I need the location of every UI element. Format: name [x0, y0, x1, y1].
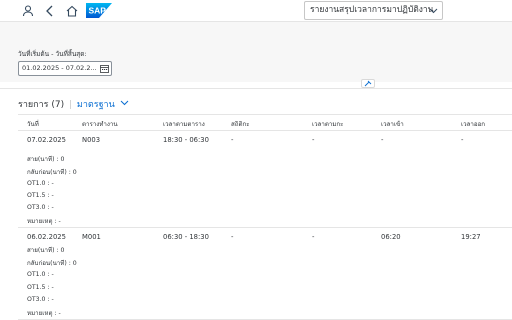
shell-bar: SAP รายงานสรุปเวลาการมาปฏิบัติงาน	[0, 0, 512, 22]
chevron-down-icon	[120, 100, 129, 109]
app-title-menu[interactable]: รายงานสรุปเวลาการมาปฏิบัติงาน	[304, 1, 443, 20]
cell-time-in: 06:20	[381, 233, 401, 241]
cell-schedule: N003	[82, 136, 101, 144]
sap-logo[interactable]: SAP	[86, 3, 112, 18]
ot-1-0: OT1.0 : -	[27, 180, 54, 187]
date-range-label: วันที่เริ่มต้น - วันที่สิ้นสุด:	[18, 50, 87, 58]
table-toolbar: รายการ (7) | มาตรฐาน	[18, 97, 129, 111]
sap-logo-text: SAP	[89, 6, 107, 16]
cell-time-out: -	[461, 136, 464, 144]
early-leave-minutes: กลับก่อน(นาที) : 0	[27, 169, 77, 176]
ot-3-0: OT3.0 : -	[27, 296, 54, 303]
variant-selector[interactable]: มาตรฐาน	[77, 100, 129, 110]
date-range-value: 01.02.2025 - 07.02.2...	[22, 64, 97, 72]
pin-header-button[interactable]	[361, 79, 375, 88]
date-range-input[interactable]: 01.02.2025 - 07.02.2...	[18, 61, 112, 76]
ot-3-0: OT3.0 : -	[27, 204, 54, 211]
table-row[interactable]: 06.02.2025 M001 06:30 - 18:30 - - 06:20 …	[18, 228, 512, 320]
home-icon[interactable]	[64, 3, 80, 19]
cell-time-in: -	[381, 136, 384, 144]
user-icon[interactable]	[20, 3, 36, 19]
cell-time-out: 19:27	[461, 233, 481, 241]
table-title: รายการ (7)	[18, 100, 65, 110]
col-shift-time[interactable]: เวลาตามกะ	[312, 119, 344, 129]
col-time-out[interactable]: เวลาออก	[461, 119, 485, 129]
col-shift-status[interactable]: สถิติกะ	[231, 119, 250, 129]
late-minutes: สาย(นาที) : 0	[27, 156, 65, 163]
cell-date: 07.02.2025	[27, 136, 66, 144]
col-schedule[interactable]: ตารางทำงาน	[82, 119, 118, 129]
app-title: รายงานสรุปเวลาการมาปฏิบัติงาน	[310, 5, 434, 15]
cell-shift-status: -	[231, 233, 234, 241]
column-header-row: วันที่ ตารางทำงาน เวลาตามตาราง สถิติกะ เ…	[18, 114, 512, 131]
back-icon[interactable]	[42, 3, 58, 19]
early-leave-minutes: กลับก่อน(นาที) : 0	[27, 260, 77, 267]
cell-schedule: M001	[82, 233, 101, 241]
ot-1-5: OT1.5 : -	[27, 284, 54, 291]
cell-date: 06.02.2025	[27, 233, 66, 241]
col-scheduled-time[interactable]: เวลาตามตาราง	[163, 119, 205, 129]
cell-shift-status: -	[231, 136, 234, 144]
late-minutes: สาย(นาที) : 0	[27, 247, 65, 254]
cell-scheduled-time: 06:30 - 18:30	[163, 233, 209, 241]
header-divider	[0, 88, 512, 89]
cell-shift-time: -	[312, 233, 315, 241]
note: หมายเหตุ : -	[27, 310, 61, 317]
toolbar-separator: |	[68, 100, 73, 110]
cell-scheduled-time: 18:30 - 06:30	[163, 136, 209, 144]
table-row[interactable]: 07.02.2025 N003 18:30 - 06:30 - - - - สา…	[18, 131, 512, 228]
col-time-in[interactable]: เวลาเข้า	[381, 119, 404, 129]
note: หมายเหตุ : -	[27, 218, 61, 225]
col-date[interactable]: วันที่	[27, 119, 39, 129]
ot-1-0: OT1.0 : -	[27, 271, 54, 278]
cell-shift-time: -	[312, 136, 315, 144]
variant-label: มาตรฐาน	[76, 100, 115, 110]
ot-1-5: OT1.5 : -	[27, 192, 54, 199]
calendar-icon[interactable]	[100, 64, 109, 73]
